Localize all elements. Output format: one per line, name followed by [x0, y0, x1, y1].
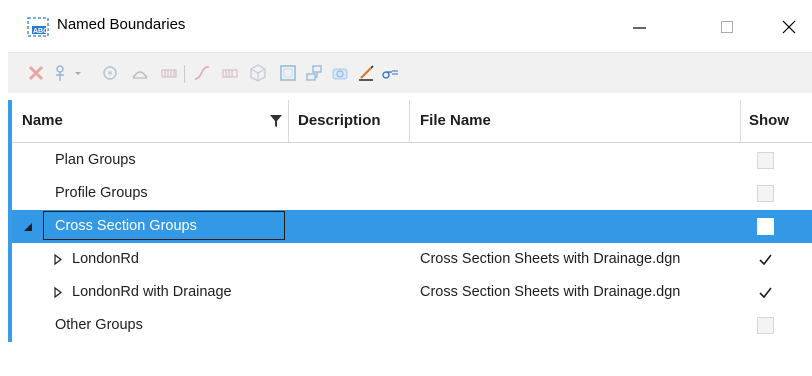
- row-name: LondonRd with Drainage: [72, 284, 232, 300]
- grid-small-icon[interactable]: [220, 63, 240, 83]
- minimize-button[interactable]: [616, 10, 662, 44]
- solid-icon[interactable]: [248, 63, 268, 83]
- table-header: Name Description File Name Show: [12, 100, 812, 143]
- expand-triangle-icon[interactable]: [53, 243, 63, 276]
- table-row[interactable]: LondonRd Cross Section Sheets with Drain…: [12, 243, 812, 276]
- maximize-icon: [719, 19, 735, 35]
- window-title: Named Boundaries: [57, 16, 186, 33]
- boundary-icon[interactable]: [100, 63, 120, 83]
- column-header-description[interactable]: Description: [298, 100, 381, 142]
- dropdown-icon[interactable]: [72, 63, 84, 83]
- table-row-selected[interactable]: Cross Section Groups: [12, 210, 812, 243]
- column-header-file-name[interactable]: File Name: [420, 100, 491, 142]
- camera-icon[interactable]: [330, 63, 350, 83]
- toolbar: [8, 52, 812, 93]
- show-checkbox[interactable]: [757, 218, 774, 235]
- expand-triangle-icon[interactable]: [53, 276, 63, 309]
- show-checkbox[interactable]: [757, 185, 774, 202]
- arc-icon[interactable]: [130, 63, 150, 83]
- named-boundaries-icon: ABC: [27, 17, 49, 37]
- row-file-name: Cross Section Sheets with Drainage.dgn: [420, 251, 681, 267]
- show-checkbox-checked[interactable]: [757, 284, 774, 301]
- filter-icon[interactable]: [52, 63, 72, 83]
- close-button[interactable]: [766, 10, 812, 44]
- row-name: Other Groups: [55, 317, 143, 333]
- svg-text:ABC: ABC: [33, 28, 48, 35]
- table-row[interactable]: Profile Groups: [12, 177, 812, 210]
- column-divider[interactable]: [409, 100, 410, 142]
- row-name: Profile Groups: [55, 185, 148, 201]
- column-header-name[interactable]: Name: [22, 100, 63, 142]
- sigma-icon[interactable]: [380, 63, 400, 83]
- column-header-show[interactable]: Show: [749, 100, 789, 142]
- curve-icon[interactable]: [192, 63, 212, 83]
- layout-icon[interactable]: [304, 63, 324, 83]
- minimize-icon: [631, 19, 647, 35]
- row-file-name: Cross Section Sheets with Drainage.dgn: [420, 284, 681, 300]
- filter-funnel-icon[interactable]: [269, 114, 283, 131]
- column-divider[interactable]: [288, 100, 289, 142]
- column-divider[interactable]: [740, 100, 741, 142]
- row-name: Cross Section Groups: [55, 218, 197, 234]
- title-bar: ABC Named Boundaries: [0, 0, 812, 50]
- collapse-triangle-icon[interactable]: [23, 210, 33, 243]
- table-row[interactable]: Other Groups: [12, 309, 812, 342]
- row-name: LondonRd: [72, 251, 139, 267]
- show-checkbox[interactable]: [757, 152, 774, 169]
- show-checkbox-checked[interactable]: [757, 251, 774, 268]
- maximize-button[interactable]: [704, 10, 750, 44]
- toolbar-separator: [184, 65, 185, 83]
- grid-icon[interactable]: [159, 63, 179, 83]
- close-icon: [781, 19, 797, 35]
- frame-icon[interactable]: [278, 63, 298, 83]
- table-row[interactable]: Plan Groups: [12, 144, 812, 177]
- pen-icon[interactable]: [356, 63, 376, 83]
- delete-icon[interactable]: [26, 63, 46, 83]
- row-name: Plan Groups: [55, 152, 136, 168]
- table-row[interactable]: LondonRd with Drainage Cross Section She…: [12, 276, 812, 309]
- show-checkbox[interactable]: [757, 317, 774, 334]
